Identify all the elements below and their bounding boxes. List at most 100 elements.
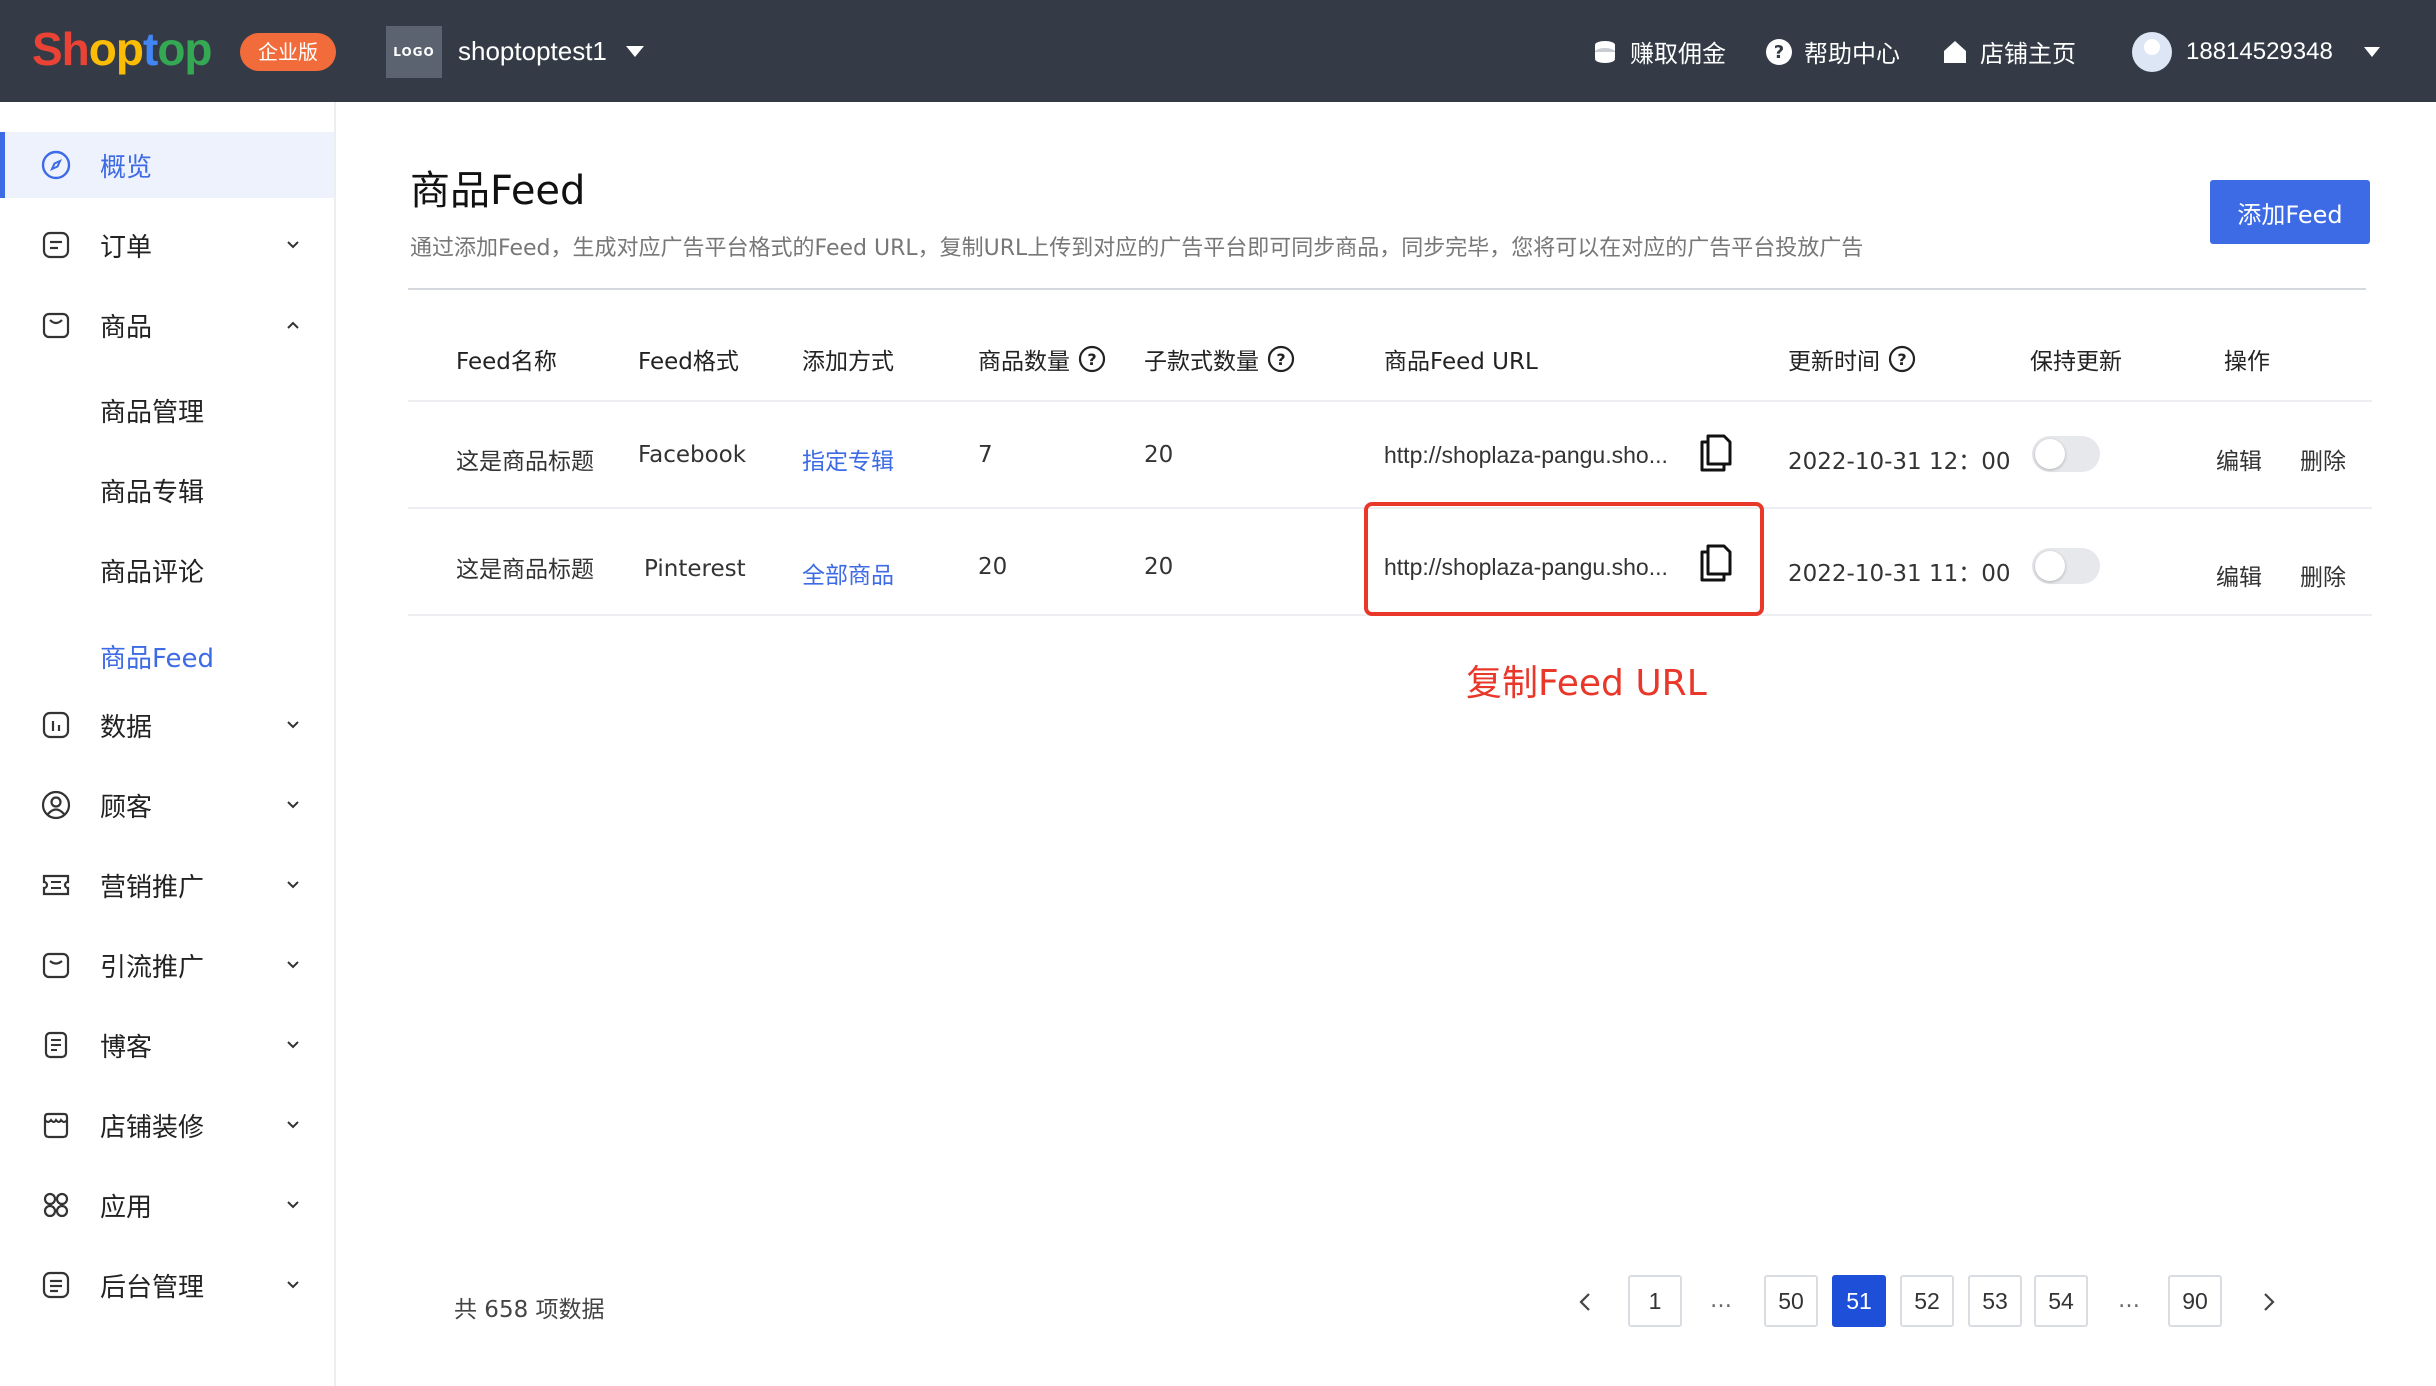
home-icon [1940, 37, 1970, 67]
page-button-90[interactable]: 90 [2168, 1275, 2222, 1327]
sidebar-item-customers[interactable]: 顾客 [0, 772, 334, 838]
keep-updated-toggle[interactable] [2032, 436, 2100, 472]
page-button-53[interactable]: 53 [1968, 1275, 2022, 1327]
chevron-up-icon [287, 321, 299, 329]
edit-link[interactable]: 编辑 [2216, 558, 2262, 592]
feed-format-cell: Facebook [638, 442, 747, 468]
product-count-cell: 20 [978, 554, 1008, 580]
column-header-product-count: 商品数量 ? [978, 342, 1106, 376]
chevron-down-icon [287, 1201, 299, 1209]
caret-down-icon[interactable] [2364, 47, 2380, 57]
variant-count-cell: 20 [1144, 554, 1174, 580]
chevron-down-icon [287, 961, 299, 969]
page-description: 通过添加Feed，生成对应广告平台格式的Feed URL，复制URL上传到对应的… [410, 236, 1864, 261]
user-avatar[interactable] [2132, 32, 2172, 72]
keep-updated-toggle[interactable] [2032, 548, 2100, 584]
variant-count-cell: 20 [1144, 442, 1174, 468]
earn-commission-link[interactable]: 赚取佣金 [1590, 34, 1726, 69]
chevron-right-icon[interactable] [2256, 1290, 2280, 1314]
column-header-feed-url: 商品Feed URL [1384, 349, 1538, 375]
page-button-52[interactable]: 52 [1900, 1275, 1954, 1327]
sidebar-item-store-design[interactable]: 店铺装修 [0, 1092, 334, 1158]
sidebar-subitem-product-management[interactable]: 商品管理 [100, 392, 204, 429]
shoptop-logo[interactable]: Shoptop [32, 22, 213, 76]
feed-format-cell: Pinterest [644, 556, 746, 582]
user-account-menu[interactable]: 18814529348 [2186, 38, 2333, 66]
column-header-keep-updated: 保持更新 [2030, 349, 2122, 375]
page-ellipsis[interactable]: … [2118, 1288, 2140, 1313]
page-title: 商品Feed [410, 168, 586, 214]
sidebar-item-orders[interactable]: 订单 [0, 212, 334, 278]
column-header-feed-format: Feed格式 [638, 349, 739, 375]
help-center-link[interactable]: ? 帮助中心 [1764, 34, 1900, 69]
question-circle-icon[interactable]: ? [1078, 345, 1106, 373]
inbox-icon [42, 952, 70, 979]
product-bag-icon [42, 312, 70, 339]
total-count: 共 658 项数据 [454, 1297, 605, 1323]
storefront-icon [43, 1112, 69, 1139]
caret-down-icon[interactable] [626, 46, 644, 57]
header-divider [408, 288, 2366, 290]
store-switcher[interactable]: shoptoptest1 [458, 36, 607, 67]
product-count-cell: 7 [978, 442, 993, 468]
page-ellipsis[interactable]: … [1710, 1288, 1732, 1313]
column-header-variant-count: 子款式数量 ? [1144, 342, 1295, 376]
annotation-label: 复制Feed URL [1466, 663, 1707, 704]
annotation-highlight-box [1364, 502, 1764, 616]
order-icon [42, 231, 70, 259]
sidebar-item-apps[interactable]: 应用 [0, 1172, 334, 1238]
edition-badge: 企业版 [240, 33, 336, 71]
store-logo: LOGO [386, 26, 442, 78]
updated-time-cell: 2022-10-31 12：00 [1788, 449, 2011, 475]
chevron-down-icon [287, 1041, 299, 1049]
sidebar-item-traffic[interactable]: 引流推广 [0, 932, 334, 998]
delete-link[interactable]: 删除 [2300, 442, 2346, 476]
feed-url-cell: http://shoplaza-pangu.sho... [1384, 442, 1668, 468]
chevron-down-icon [287, 1121, 299, 1129]
add-feed-button[interactable]: 添加Feed [2210, 180, 2370, 244]
page-button-54[interactable]: 54 [2034, 1275, 2088, 1327]
column-header-feed-name: Feed名称 [456, 349, 557, 375]
sidebar-subitem-collections[interactable]: 商品专辑 [100, 472, 204, 509]
svg-text:?: ? [1774, 42, 1784, 63]
page-button-50[interactable]: 50 [1764, 1275, 1818, 1327]
coins-icon [1590, 37, 1620, 67]
add-method-link[interactable]: 全部商品 [802, 556, 894, 590]
chart-icon [42, 711, 70, 739]
chevron-down-icon [287, 1281, 299, 1289]
page-button-51-current[interactable]: 51 [1832, 1275, 1886, 1327]
question-circle-icon[interactable]: ? [1888, 345, 1916, 373]
sidebar-item-overview[interactable]: 概览 [0, 132, 334, 198]
sidebar-item-marketing[interactable]: 营销推广 [0, 852, 334, 918]
settings-list-icon [42, 1271, 70, 1299]
sidebar-item-blog[interactable]: 博客 [0, 1012, 334, 1078]
column-header-updated-time: 更新时间 ? [1788, 342, 1916, 376]
question-circle-icon[interactable]: ? [1267, 345, 1295, 373]
delete-link[interactable]: 删除 [2300, 558, 2346, 592]
updated-time-cell: 2022-10-31 11：00 [1788, 561, 2011, 587]
sidebar-item-data[interactable]: 数据 [0, 692, 334, 758]
chevron-left-icon[interactable] [1574, 1290, 1598, 1314]
svg-text:?: ? [1087, 350, 1096, 369]
sidebar-subitem-reviews[interactable]: 商品评论 [100, 552, 204, 589]
table-divider [408, 400, 2372, 402]
sidebar: 概览 订单 商品 商品管理 商品专辑 商品评论 商品Feed 数据 顾客 营销推… [0, 102, 336, 1386]
chevron-down-icon [287, 241, 299, 249]
chevron-down-icon [287, 721, 299, 729]
page-button-1[interactable]: 1 [1628, 1275, 1682, 1327]
document-icon [44, 1031, 68, 1059]
help-circle-icon: ? [1764, 37, 1794, 67]
ticket-icon [42, 874, 70, 896]
chevron-down-icon [287, 801, 299, 809]
copy-icon[interactable] [1696, 430, 1736, 474]
sidebar-item-products[interactable]: 商品 [0, 292, 334, 358]
column-header-actions: 操作 [2224, 349, 2270, 375]
edit-link[interactable]: 编辑 [2216, 442, 2262, 476]
column-header-add-method: 添加方式 [802, 349, 894, 375]
sidebar-item-admin[interactable]: 后台管理 [0, 1252, 334, 1318]
add-method-link[interactable]: 指定专辑 [802, 442, 894, 476]
user-icon [41, 790, 71, 820]
sidebar-subitem-product-feed[interactable]: 商品Feed [100, 638, 214, 675]
chevron-down-icon [287, 881, 299, 889]
store-home-link[interactable]: 店铺主页 [1940, 34, 2076, 69]
